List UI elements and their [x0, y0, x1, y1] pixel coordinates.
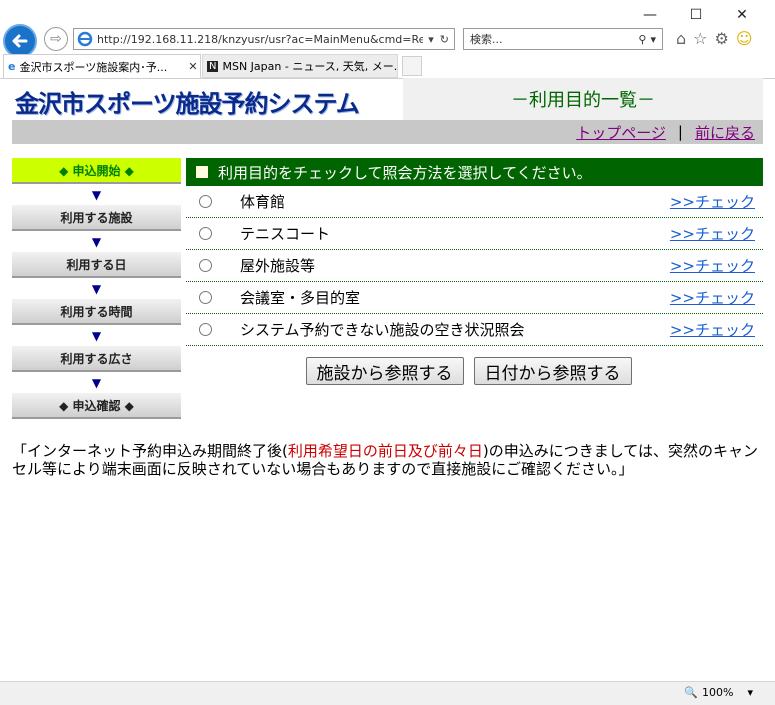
close-icon[interactable]: ✕: [719, 4, 765, 26]
step-start: ◆ 申込開始 ◆: [12, 158, 181, 184]
tab-kanazawa[interactable]: e 金沢市スポーツ施設案内･予... ✕: [3, 54, 201, 78]
check-link[interactable]: >>チェック: [670, 287, 755, 308]
step-confirm: ◆ 申込確認 ◆: [12, 393, 181, 419]
step-arrow-icon: ▼: [91, 234, 102, 249]
forward-arrow-icon: ⇨: [50, 31, 62, 47]
tab-strip: e 金沢市スポーツ施設案内･予... ✕ N MSN Japan - ニュース,…: [0, 54, 775, 79]
lookup-by-facility-button[interactable]: 施設から参照する: [305, 357, 464, 385]
browser-toolbar: ⌂ ☆ ⚙ ☺: [676, 29, 753, 48]
instruction-bar: 利用目的をチェックして照会方法を選択してください。: [186, 158, 763, 186]
purpose-label: システム予約できない施設の空き状況照会: [240, 321, 525, 339]
window-controls: — ☐ ✕: [627, 4, 765, 26]
back-button[interactable]: [3, 24, 37, 58]
square-bullet-icon: [196, 166, 208, 178]
tab-msn[interactable]: N MSN Japan - ニュース, 天気, メー...: [202, 54, 398, 78]
maximize-icon[interactable]: ☐: [673, 4, 719, 26]
home-icon[interactable]: ⌂: [676, 29, 686, 48]
purpose-list-panel: 利用目的をチェックして照会方法を選択してください。 体育館 >>チェック テニス…: [186, 158, 763, 385]
radio-button[interactable]: [199, 195, 212, 208]
step-arrow-icon: ▼: [91, 187, 102, 202]
instruction-text: 利用目的をチェックして照会方法を選択してください。: [218, 163, 592, 182]
step-label: ◆ 申込確認 ◆: [59, 398, 134, 413]
step-label: 利用する日: [66, 257, 127, 272]
step-arrow-icon: ▼: [91, 375, 102, 390]
check-link[interactable]: >>チェック: [670, 255, 755, 276]
step-label: 利用する広さ: [60, 351, 133, 366]
lookup-by-date-button[interactable]: 日付から参照する: [473, 357, 632, 385]
step-label: ◆ 申込開始 ◆: [59, 163, 134, 178]
address-bar[interactable]: http://192.168.11.218/knzyusr/usr?ac=Mai…: [73, 28, 455, 50]
tab-label: MSN Japan - ニュース, 天気, メー...: [222, 60, 397, 73]
radio-button[interactable]: [199, 227, 212, 240]
status-bar: 🔍 100% ▾: [0, 681, 775, 705]
step-size: 利用する広さ: [12, 346, 181, 372]
favorites-star-icon[interactable]: ☆: [693, 29, 707, 48]
search-box[interactable]: 検索... ⚲ ▾: [463, 28, 663, 50]
purpose-label: 会議室・多目的室: [240, 289, 361, 307]
step-indicator: ◆ 申込開始 ◆ ▼ 利用する施設 ▼ 利用する日 ▼ 利用する時間 ▼ 利用す…: [12, 158, 181, 419]
forward-button[interactable]: ⇨: [44, 27, 68, 51]
step-date: 利用する日: [12, 252, 181, 278]
purpose-row-meeting: 会議室・多目的室 >>チェック: [186, 282, 763, 314]
lookup-buttons: 施設から参照する 日付から参照する: [174, 357, 763, 385]
purpose-row-tennis: テニスコート >>チェック: [186, 218, 763, 250]
top-navigation: トップページ | 前に戻る: [12, 120, 763, 144]
zoom-level: 100%: [702, 686, 734, 699]
page-header: 金沢市スポーツ施設予約システム －利用目的一覧－: [12, 78, 763, 120]
search-input[interactable]: 検索...: [470, 31, 638, 47]
zoom-dropdown-icon[interactable]: ▾: [747, 686, 753, 699]
ie-logo-icon: [77, 31, 93, 47]
back-arrow-icon: [12, 34, 28, 48]
purpose-label: 体育館: [240, 193, 286, 211]
notice-text: 「インターネット予約申込み期間終了後(利用希望日の前日及び前々日)の申込みにつき…: [12, 442, 764, 478]
step-arrow-icon: ▼: [91, 281, 102, 296]
minimize-icon[interactable]: —: [627, 4, 673, 26]
step-facility: 利用する施設: [12, 205, 181, 231]
search-dropdown-icon[interactable]: ▾: [650, 33, 656, 46]
back-link[interactable]: 前に戻る: [695, 122, 755, 143]
page-title: －利用目的一覧－: [511, 90, 655, 111]
settings-gear-icon[interactable]: ⚙: [715, 29, 729, 48]
radio-button[interactable]: [199, 291, 212, 304]
purpose-row-unreservable: システム予約できない施設の空き状況照会 >>チェック: [186, 314, 763, 346]
radio-button[interactable]: [199, 323, 212, 336]
zoom-control[interactable]: 🔍 100% ▾: [684, 686, 753, 699]
step-label: 利用する時間: [60, 304, 133, 319]
nav-separator: |: [677, 123, 683, 141]
page-title-box: －利用目的一覧－: [403, 78, 763, 120]
new-tab-button[interactable]: [402, 56, 422, 76]
purpose-row-outdoor: 屋外施設等 >>チェック: [186, 250, 763, 282]
purpose-row-gym: 体育館 >>チェック: [186, 186, 763, 218]
notice-highlight: 利用希望日の前日及び前々日: [287, 442, 483, 460]
address-dropdown-icon[interactable]: ▾: [428, 33, 434, 46]
step-arrow-icon: ▼: [91, 328, 102, 343]
tab-label: 金沢市スポーツ施設案内･予...: [19, 60, 168, 74]
smiley-feedback-icon[interactable]: ☺: [736, 29, 753, 48]
notice-part: 「インターネット予約申込み期間終了後(: [12, 442, 288, 460]
top-page-link[interactable]: トップページ: [576, 122, 666, 143]
address-url[interactable]: http://192.168.11.218/knzyusr/usr?ac=Mai…: [97, 33, 423, 46]
check-link[interactable]: >>チェック: [670, 319, 755, 340]
radio-button[interactable]: [199, 259, 212, 272]
step-label: 利用する施設: [60, 210, 133, 225]
refresh-icon[interactable]: ↻: [440, 33, 449, 46]
tab-close-icon[interactable]: ✕: [186, 60, 200, 73]
ie-tab-icon: e: [8, 60, 16, 73]
purpose-label: 屋外施設等: [240, 257, 316, 275]
check-link[interactable]: >>チェック: [670, 223, 755, 244]
check-link[interactable]: >>チェック: [670, 191, 755, 212]
browser-navigation-bar: ⇨ http://192.168.11.218/knzyusr/usr?ac=M…: [0, 24, 775, 58]
site-logo: 金沢市スポーツ施設予約システム: [15, 90, 360, 118]
zoom-magnifier-icon: 🔍: [684, 686, 699, 699]
purpose-label: テニスコート: [240, 225, 331, 243]
step-time: 利用する時間: [12, 299, 181, 325]
search-icon[interactable]: ⚲: [638, 33, 646, 46]
msn-tab-icon: N: [207, 60, 219, 72]
